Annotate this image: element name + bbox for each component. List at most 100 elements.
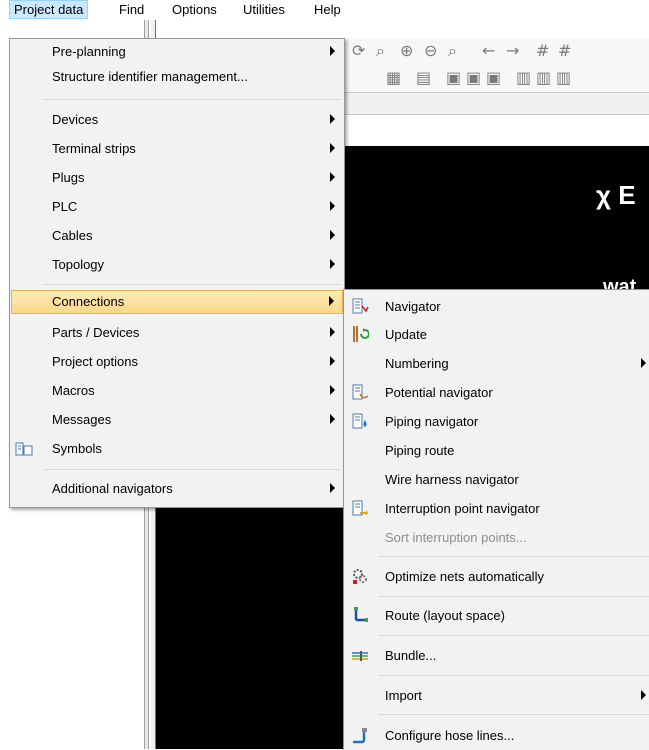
submenu-arrow-icon <box>330 201 335 211</box>
submenu-item-configure-hose-lines[interactable]: Configure hose lines... <box>345 722 649 748</box>
menu-options[interactable]: Options <box>167 0 222 19</box>
zoom-in-icon[interactable]: ⊕ <box>400 42 413 60</box>
layout-icon[interactable]: ▤ <box>416 69 431 87</box>
submenu-arrow-icon <box>641 358 646 368</box>
hose-lines-icon <box>353 728 367 744</box>
submenu-item-piping-navigator[interactable]: Piping navigator <box>345 408 649 434</box>
submenu-item-wire-harness-navigator[interactable]: Wire harness navigator <box>345 466 649 492</box>
submenu-item-label: Route (layout space) <box>385 608 505 623</box>
menu-item-label: Project options <box>52 354 138 369</box>
update-icon <box>353 326 369 342</box>
submenu-item-piping-route[interactable]: Piping route <box>345 437 649 463</box>
submenu-arrow-icon <box>330 414 335 424</box>
submenu-item-label: Configure hose lines... <box>385 728 515 743</box>
menu-find[interactable]: Find <box>114 0 149 19</box>
menu-item-label: Structure identifier management... <box>52 69 248 84</box>
block-icon[interactable]: ▣ <box>446 69 461 87</box>
menu-item-label: Connections <box>52 294 125 309</box>
menu-item-topology[interactable]: Topology <box>11 253 343 277</box>
symbol-icon[interactable]: ▦ <box>386 69 401 87</box>
back-arrow-icon[interactable]: ← <box>482 42 495 60</box>
zoom-100-icon[interactable]: ⌕ <box>448 42 457 60</box>
menu-help[interactable]: Help <box>309 0 346 19</box>
piping-navigator-icon <box>352 413 367 429</box>
brand-logo: χ E <box>596 180 636 210</box>
grid-icon[interactable]: # <box>536 42 549 60</box>
block-icon-3[interactable]: ▣ <box>486 69 501 87</box>
submenu-item-numbering[interactable]: Numbering <box>345 350 649 376</box>
menu-separator <box>378 556 649 557</box>
submenu-arrow-icon <box>330 259 335 269</box>
submenu-item-label: Piping navigator <box>385 414 479 429</box>
terminal-icon-3[interactable]: ▥ <box>556 69 571 87</box>
submenu-item-label: Wire harness navigator <box>385 472 519 487</box>
submenu-item-label: Navigator <box>385 299 441 314</box>
tab-strip <box>340 93 649 116</box>
submenu-item-route-layout-space[interactable]: Route (layout space) <box>345 602 649 628</box>
optimize-nets-icon <box>353 569 367 584</box>
menu-item-cables[interactable]: Cables <box>11 224 343 248</box>
menu-item-plugs[interactable]: Plugs <box>11 166 343 190</box>
submenu-item-label: Sort interruption points... <box>385 530 527 545</box>
toolbar-second: ▦ ▤ ▣ ▣ ▣ ▥ ▥ ▥ <box>340 64 649 93</box>
menu-item-label: Symbols <box>52 441 102 456</box>
menu-item-label: Macros <box>52 383 95 398</box>
menu-item-structure-identifier-management[interactable]: Structure identifier management... <box>11 65 343 89</box>
submenu-item-label: Numbering <box>385 356 449 371</box>
zoom-out-icon[interactable]: ⊖ <box>424 42 437 60</box>
menu-item-devices[interactable]: Devices <box>11 108 343 132</box>
menu-item-connections[interactable]: Connections <box>11 290 343 314</box>
route-icon <box>354 607 368 622</box>
submenu-item-import[interactable]: Import <box>345 682 649 708</box>
submenu-item-update[interactable]: Update <box>345 321 649 347</box>
document-tab[interactable] <box>344 114 649 147</box>
menu-item-terminal-strips[interactable]: Terminal strips <box>11 137 343 161</box>
terminal-icon[interactable]: ▥ <box>516 69 531 87</box>
menu-item-label: Pre-planning <box>52 44 126 59</box>
refresh-icon[interactable]: ⟳ <box>352 42 365 60</box>
submenu-arrow-icon <box>330 385 335 395</box>
menu-separator <box>378 596 649 597</box>
submenu-item-label: Piping route <box>385 443 455 458</box>
menu-item-macros[interactable]: Macros <box>11 379 343 403</box>
submenu-item-potential-navigator[interactable]: Potential navigator <box>345 379 649 405</box>
forward-arrow-icon[interactable]: → <box>506 42 519 60</box>
submenu-item-sort-interruption-points: Sort interruption points... <box>345 524 649 550</box>
menu-item-pre-planning[interactable]: Pre-planning <box>11 40 343 64</box>
submenu-item-optimize-nets-automatically[interactable]: Optimize nets automatically <box>345 563 649 589</box>
connections-submenu: Navigator Update Numbering Potential nav… <box>343 289 649 750</box>
menu-utilities[interactable]: Utilities <box>238 0 290 19</box>
submenu-item-label: Update <box>385 327 427 342</box>
bundle-icon <box>352 651 368 661</box>
menu-item-plc[interactable]: PLC <box>11 195 343 219</box>
submenu-arrow-icon <box>330 172 335 182</box>
menu-item-label: Plugs <box>52 170 85 185</box>
menu-item-label: Cables <box>52 228 93 243</box>
menu-project-data[interactable]: Project data <box>9 0 89 19</box>
menu-item-project-options[interactable]: Project options <box>11 350 343 374</box>
submenu-item-label: Potential navigator <box>385 385 493 400</box>
menu-bar: Project data Find Options Utilities Help <box>0 0 649 20</box>
submenu-item-label: Bundle... <box>385 648 437 663</box>
submenu-arrow-icon <box>641 690 646 700</box>
navigator-icon <box>352 298 369 314</box>
menu-item-symbols[interactable]: Symbols <box>11 437 343 461</box>
submenu-item-navigator[interactable]: Navigator <box>345 293 649 319</box>
menu-item-parts-devices[interactable]: Parts / Devices <box>11 321 343 345</box>
menu-item-label: Additional navigators <box>52 481 173 496</box>
menu-item-label: Devices <box>52 112 99 127</box>
project-data-menu: Pre-planning Structure identifier manage… <box>9 38 345 508</box>
symbols-icon <box>15 442 33 456</box>
menu-item-additional-navigators[interactable]: Additional navigators <box>11 477 343 501</box>
zoom-fit-icon[interactable]: ⌕ <box>376 42 385 60</box>
grid-icon-2[interactable]: # <box>558 42 571 60</box>
menu-item-label: Terminal strips <box>52 141 136 156</box>
submenu-arrow-icon <box>330 114 335 124</box>
menu-item-label: Parts / Devices <box>52 325 140 340</box>
menu-item-messages[interactable]: Messages <box>11 408 343 432</box>
menu-separator <box>44 99 340 100</box>
submenu-item-bundle[interactable]: Bundle... <box>345 642 649 668</box>
block-icon-2[interactable]: ▣ <box>466 69 481 87</box>
terminal-icon-2[interactable]: ▥ <box>536 69 551 87</box>
submenu-item-interruption-point-navigator[interactable]: Interruption point navigator <box>345 495 649 521</box>
